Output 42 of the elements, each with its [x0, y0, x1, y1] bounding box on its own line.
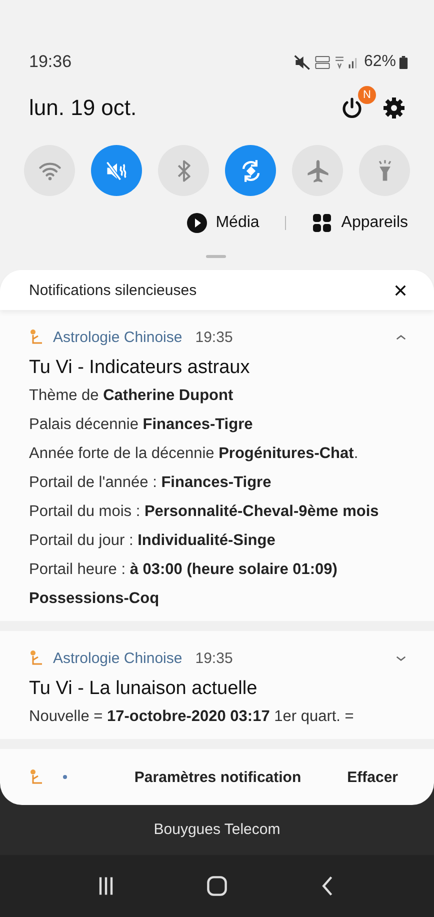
- notification-time: 19:35: [195, 328, 234, 346]
- clock-text: 19:36: [29, 52, 72, 72]
- chevron-icon[interactable]: [396, 334, 406, 340]
- quick-toggle[interactable]: [91, 145, 142, 196]
- notification-title: Tu Vi - La lunaison actuelle: [29, 677, 258, 701]
- home-icon[interactable]: [206, 875, 228, 897]
- battery-icon: [399, 56, 408, 68]
- date-text: lun. 19 oct.: [29, 95, 137, 121]
- notification-text: Portail du mois : Personnalité-Cheval-9ème mois: [29, 502, 380, 522]
- section-title: Notifications silencieuses: [29, 282, 197, 298]
- airplane-icon: [304, 158, 330, 184]
- notification-badge: N: [358, 86, 376, 104]
- notification-text: Portail de l'année : Finances-Tigre: [29, 473, 272, 493]
- power-icon[interactable]: [340, 96, 364, 120]
- drag-handle[interactable]: [206, 255, 226, 258]
- notification-text: Thème de Catherine Dupont: [29, 386, 234, 406]
- quick-toggle[interactable]: [225, 145, 276, 196]
- notification-text: Année forte de la décennie Progénitures-Chat.: [29, 444, 360, 464]
- dot-icon: [63, 775, 67, 779]
- settings-icon[interactable]: [382, 96, 406, 120]
- notification-title: Tu Vi - Indicateurs astraux: [29, 356, 251, 380]
- chevron-icon[interactable]: [396, 654, 406, 662]
- app-icon: [29, 650, 43, 666]
- clear-button[interactable]: Effacer: [347, 768, 398, 786]
- app-icon: [29, 329, 43, 345]
- close-icon[interactable]: [394, 284, 407, 296]
- notification-text: Portail heure : à 03:00 (heure solaire 01:09) Possessions-Coq: [29, 560, 338, 609]
- app-name: Astrologie Chinoise: [53, 650, 182, 666]
- mute-icon: [294, 54, 311, 70]
- carrier-text: Bouygues Telecom: [152, 821, 282, 838]
- notification-settings-button[interactable]: Paramètres notification: [134, 768, 302, 786]
- app-name: Astrologie Chinoise: [53, 328, 182, 346]
- notification-text: Palais décennie Finances-Tigre: [29, 415, 254, 435]
- notification-time: 19:35: [195, 650, 234, 666]
- media-button[interactable]: Média: [186, 213, 260, 233]
- notification-text: Nouvelle = 17-octobre-2020 03:17 1er quart. =: [29, 707, 355, 727]
- devices-button[interactable]: Appareils: [312, 213, 408, 233]
- grid-icon: [312, 213, 332, 233]
- app-icon: [29, 769, 43, 785]
- battery-text: 62%: [364, 53, 396, 71]
- notification-text: Portail du jour : Individualité-Singe: [29, 531, 276, 551]
- play-icon: [186, 213, 207, 233]
